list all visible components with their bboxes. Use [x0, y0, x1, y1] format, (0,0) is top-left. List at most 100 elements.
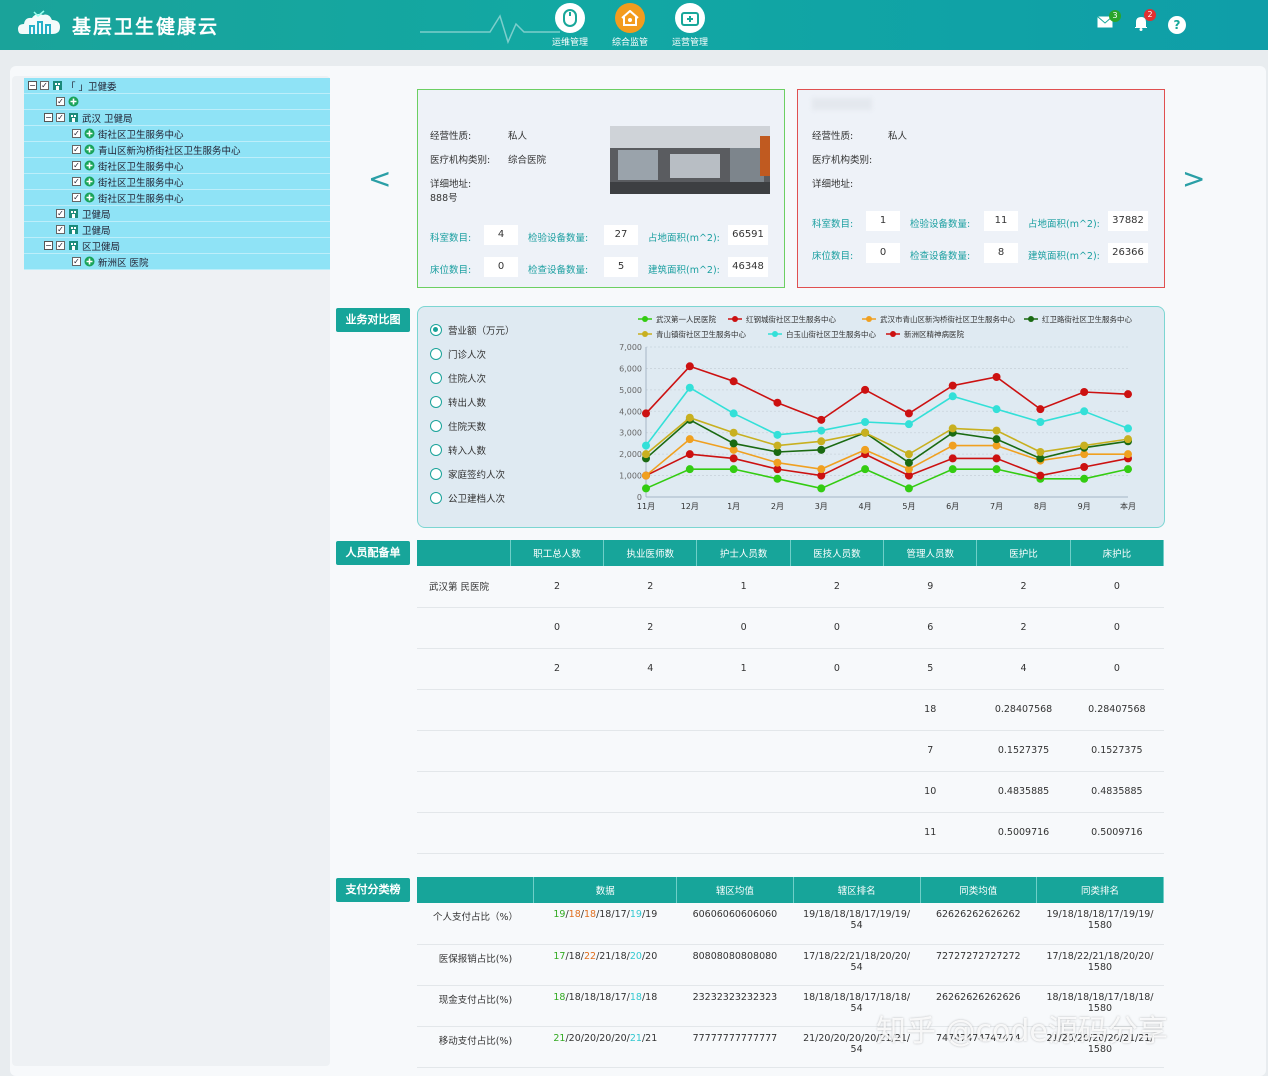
metric-radio[interactable]: 住院天数 [430, 419, 486, 433]
tree-checkbox[interactable]: ✓ [72, 257, 81, 266]
radio-circle[interactable] [430, 468, 442, 480]
next-arrow-button[interactable]: > [1182, 162, 1205, 195]
cloud-logo-icon [18, 10, 60, 34]
legend-label: 红卫路街社区卫生服务中心 [1042, 314, 1132, 324]
metric-radio[interactable]: 家庭签约人次 [430, 467, 505, 481]
tree-node[interactable]: − ✓ 武汉 卫健局 [24, 110, 330, 126]
tree-checkbox[interactable]: ✓ [56, 209, 65, 218]
data-point [642, 441, 650, 450]
payment-header-cell: 辖区排名 [793, 877, 921, 903]
tree-node[interactable]: − ✓ 「 」卫健委 [24, 78, 330, 94]
metric-radio[interactable]: 门诊人次 [430, 347, 486, 361]
land-value: 37882 [1108, 211, 1148, 231]
expand-toggle[interactable]: − [28, 81, 37, 90]
tree-node[interactable]: − ✓ 区卫健局 [24, 238, 330, 254]
institution-card-right[interactable]: 经营性质: 私人 医疗机构类别: 详细地址: 科室数目: 1 检验设备数量: 1… [797, 89, 1165, 288]
tree-checkbox[interactable]: ✓ [40, 81, 49, 90]
data-part: 17 [553, 950, 566, 962]
tree-node[interactable]: ✓ 青山区新沟桥街社区卫生服务中心 [24, 142, 330, 158]
building-icon [69, 241, 78, 250]
tree-checkbox[interactable]: ✓ [56, 113, 65, 122]
payment-cell-mean: 80808080808080 [676, 944, 794, 986]
tree-node[interactable]: ✓ 街社区卫生服务中心 [24, 190, 330, 206]
tree-checkbox[interactable]: ✓ [56, 97, 65, 106]
institution-card-left[interactable]: 经营性质: 私人 医疗机构类别: 综合医院 详细地址: 888号 科室数目: 4… [417, 89, 785, 288]
staff-cell [790, 771, 884, 813]
staff-cell [417, 607, 511, 649]
tree-label: 街社区卫生服务中心 [98, 161, 184, 173]
nav-ops-maintenance[interactable]: 运维管理 [542, 3, 598, 48]
mail-button[interactable]: 3 [1097, 10, 1121, 31]
metric-radio[interactable]: 转出人数 [430, 395, 486, 409]
tree-checkbox[interactable]: ✓ [72, 161, 81, 170]
radio-circle[interactable] [430, 396, 442, 408]
radio-circle[interactable] [430, 324, 442, 336]
tree-node[interactable]: ✓ 新洲区 医院 [24, 254, 330, 270]
payment-header-cell: 辖区均值 [676, 877, 794, 903]
radio-circle[interactable] [430, 372, 442, 384]
inspect-label: 检验设备数量: [528, 233, 589, 244]
metric-radio[interactable]: 住院人次 [430, 371, 486, 385]
metric-radio[interactable]: 转入人数 [430, 443, 486, 457]
tree-node[interactable]: ✓ [24, 94, 330, 110]
alert-button[interactable]: 2 [1134, 9, 1156, 34]
data-part: 17 [614, 909, 627, 920]
staff-cell [603, 689, 697, 731]
radio-circle[interactable] [430, 420, 442, 432]
payment-cell-crank: 17/18/22/21/18/20/20/ 1580 [1036, 944, 1164, 986]
tree-node[interactable]: ✓ 街社区卫生服务中心 [24, 174, 330, 190]
tree-checkbox[interactable]: ✓ [72, 177, 81, 186]
y-tick-label: 5,000 [619, 386, 642, 395]
data-point [1036, 405, 1045, 414]
data-point [685, 450, 694, 459]
y-tick-label: 2,000 [619, 450, 642, 459]
staff-cell: 1 [696, 566, 791, 608]
tree-checkbox[interactable]: ✓ [72, 145, 81, 154]
metric-radio[interactable]: 公卫建档人次 [430, 491, 505, 505]
data-part: 18 [553, 991, 566, 1003]
tree-checkbox[interactable]: ✓ [56, 241, 65, 250]
x-tick-label: 8月 [1034, 502, 1047, 511]
data-point [1124, 450, 1132, 459]
staff-cell: 0.1527375 [1070, 730, 1164, 772]
radio-circle[interactable] [430, 492, 442, 504]
expand-toggle[interactable]: − [44, 113, 53, 122]
top-bar: 基层卫生健康云 运维管理 综合监管 运营管理 3 2 ? [0, 0, 1268, 50]
watermark: 知乎 @code源码分享 [876, 1014, 1168, 1049]
metric-radio[interactable]: 营业额（万元） [430, 323, 515, 337]
staff-cell [696, 730, 791, 772]
inspect-value: 27 [604, 225, 638, 245]
tree-checkbox[interactable]: ✓ [72, 193, 81, 202]
tree-checkbox[interactable]: ✓ [56, 225, 65, 234]
tree-node[interactable]: ✓ 街社区卫生服务中心 [24, 158, 330, 174]
data-part: 18 [583, 909, 597, 920]
blurred-name [812, 98, 872, 110]
nav-operations[interactable]: 运营管理 [662, 3, 718, 48]
check-label: 检查设备数量: [910, 251, 971, 262]
radio-label: 门诊人次 [448, 350, 487, 361]
legend-marker [642, 331, 648, 337]
expand-toggle[interactable]: − [44, 241, 53, 250]
tree-node[interactable]: ✓ 卫健局 [24, 222, 330, 238]
radio-circle[interactable] [430, 444, 442, 456]
radio-circle[interactable] [430, 348, 442, 360]
alert-badge: 2 [1144, 9, 1156, 21]
legend-marker [866, 316, 872, 322]
build-label: 建筑面积(m^2): [1028, 251, 1100, 262]
tree-label: 武汉 卫健局 [82, 113, 133, 125]
radio-label: 公卫建档人次 [448, 494, 506, 505]
help-button[interactable]: ? [1168, 16, 1186, 34]
data-point [1080, 441, 1089, 450]
tree-node[interactable]: ✓ 卫健局 [24, 206, 330, 222]
data-point [861, 445, 870, 454]
tree-checkbox[interactable]: ✓ [72, 129, 81, 138]
y-tick-label: 0 [637, 493, 642, 502]
x-tick-label: 6月 [946, 502, 959, 511]
tree-node[interactable]: ✓ 街社区卫生服务中心 [24, 126, 330, 142]
business-chart-box: 营业额（万元） 门诊人次 住院人次 转出人数 住院天数 转入人数 家庭签约人次 公卫建档人次 … [417, 306, 1165, 528]
data-point [729, 465, 738, 474]
data-part: 20 [629, 950, 642, 962]
data-point [948, 454, 957, 463]
prev-arrow-button[interactable]: < [368, 162, 391, 195]
nav-supervision[interactable]: 综合监管 [602, 3, 658, 48]
